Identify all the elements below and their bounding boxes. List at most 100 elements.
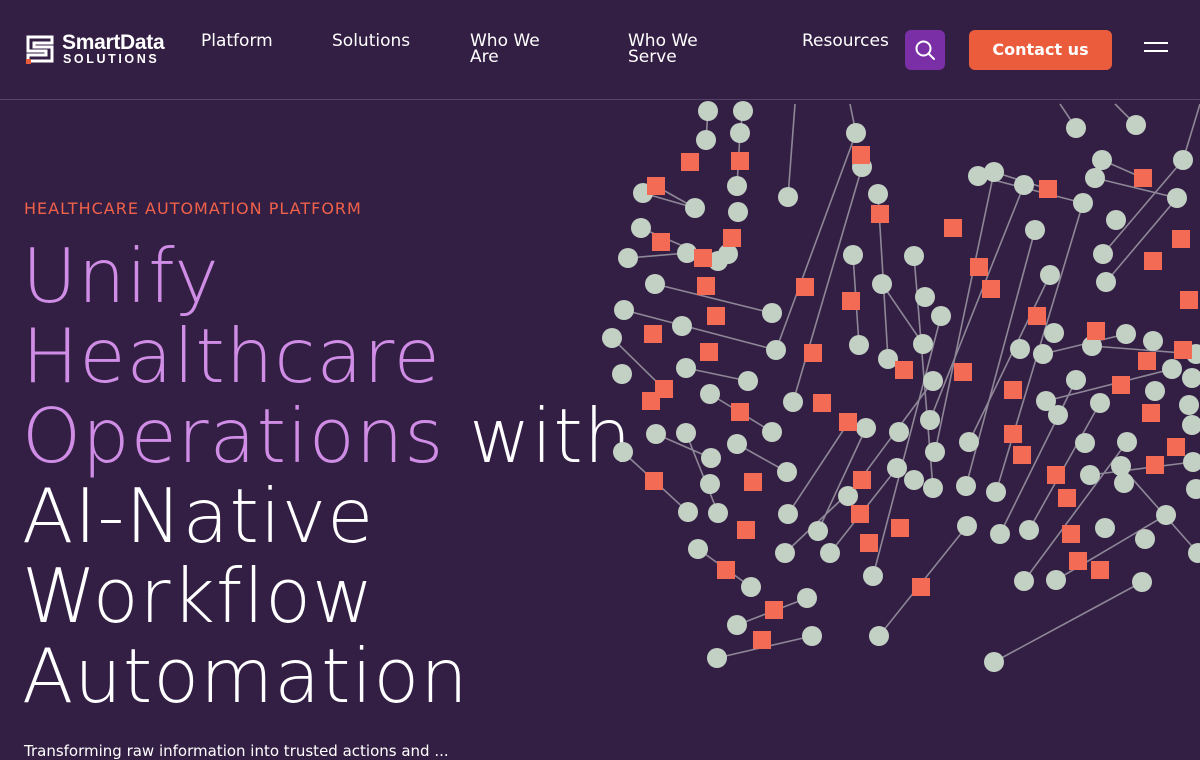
network-node bbox=[727, 615, 747, 635]
network-node bbox=[923, 371, 943, 391]
network-node bbox=[766, 340, 786, 360]
network-node bbox=[700, 384, 720, 404]
network-node bbox=[688, 539, 708, 559]
network-node bbox=[889, 422, 909, 442]
network-node bbox=[856, 418, 876, 438]
network-node bbox=[1048, 405, 1068, 425]
network-square-node bbox=[1058, 489, 1076, 507]
network-square-node bbox=[1112, 376, 1130, 394]
network-square-node bbox=[1004, 425, 1022, 443]
headline-accent-word: Operations bbox=[22, 392, 445, 480]
network-node bbox=[646, 424, 666, 444]
network-node bbox=[741, 577, 761, 597]
network-node bbox=[1117, 432, 1137, 452]
network-node bbox=[1075, 433, 1095, 453]
network-node bbox=[602, 328, 622, 348]
network-node bbox=[869, 626, 889, 646]
network-edge bbox=[685, 432, 719, 514]
network-node bbox=[904, 470, 924, 490]
network-node bbox=[1188, 543, 1200, 563]
network-square-node bbox=[731, 403, 749, 421]
menu-line bbox=[1144, 42, 1168, 44]
network-node bbox=[1106, 210, 1126, 230]
headline-line: AI-Native bbox=[22, 472, 375, 560]
network-node bbox=[613, 442, 633, 462]
network-node bbox=[1033, 344, 1053, 364]
network-square-node bbox=[1138, 352, 1156, 370]
network-node bbox=[843, 245, 863, 265]
hero-eyebrow: HEALTHCARE AUTOMATION PLATFORM bbox=[24, 199, 362, 218]
network-node bbox=[959, 432, 979, 452]
network-node bbox=[1019, 520, 1039, 540]
contact-us-button[interactable]: Contact us bbox=[969, 30, 1112, 70]
network-edge bbox=[775, 132, 857, 351]
network-node bbox=[762, 303, 782, 323]
network-node bbox=[762, 422, 782, 442]
network-node bbox=[1179, 395, 1199, 415]
search-icon bbox=[915, 40, 935, 60]
network-square-node bbox=[765, 601, 783, 619]
network-node bbox=[956, 476, 976, 496]
network-node bbox=[778, 504, 798, 524]
network-node bbox=[1040, 265, 1060, 285]
network-square-node bbox=[700, 343, 718, 361]
network-square-node bbox=[717, 561, 735, 579]
network-square-node bbox=[982, 280, 1000, 298]
network-node bbox=[1046, 570, 1066, 590]
network-node bbox=[1092, 150, 1112, 170]
network-node bbox=[990, 524, 1010, 544]
network-square-node bbox=[707, 307, 725, 325]
network-square-node bbox=[681, 153, 699, 171]
headline-line: Workflow bbox=[22, 552, 375, 640]
brand-subtitle: SOLUTIONS bbox=[63, 52, 160, 66]
sds-logo-icon bbox=[26, 35, 54, 64]
network-node bbox=[676, 423, 696, 443]
site-header: SmartData SOLUTIONS Platform Solutions W… bbox=[0, 0, 1200, 100]
network-square-node bbox=[1180, 291, 1198, 309]
network-node bbox=[708, 503, 728, 523]
headline-line: Operations with bbox=[22, 396, 631, 476]
network-node bbox=[1132, 572, 1152, 592]
network-square-node bbox=[645, 472, 663, 490]
network-node bbox=[672, 316, 692, 336]
search-button[interactable] bbox=[905, 30, 945, 70]
network-square-node bbox=[895, 361, 913, 379]
network-node bbox=[1156, 505, 1176, 525]
network-square-node bbox=[644, 325, 662, 343]
network-node bbox=[1066, 118, 1086, 138]
nav-resources[interactable]: Resources bbox=[802, 33, 889, 50]
network-node bbox=[887, 458, 907, 478]
network-node bbox=[986, 482, 1006, 502]
network-node bbox=[696, 130, 716, 150]
nav-who-we-serve[interactable]: Who We Serve bbox=[628, 33, 718, 66]
brand-logo[interactable]: SmartData SOLUTIONS bbox=[24, 31, 184, 68]
network-node bbox=[1044, 323, 1064, 343]
network-node bbox=[1014, 571, 1034, 591]
network-square-node bbox=[1013, 446, 1031, 464]
network-square-node bbox=[871, 205, 889, 223]
network-node bbox=[778, 187, 798, 207]
nav-solutions[interactable]: Solutions bbox=[332, 33, 410, 50]
network-node bbox=[733, 101, 753, 121]
network-square-node bbox=[1174, 341, 1192, 359]
network-node bbox=[923, 478, 943, 498]
network-node bbox=[797, 588, 817, 608]
network-node bbox=[707, 648, 727, 668]
menu-icon[interactable] bbox=[1142, 40, 1170, 60]
network-square-node bbox=[723, 229, 741, 247]
nav-who-we-are[interactable]: Who We Are bbox=[470, 33, 560, 66]
network-square-node bbox=[1069, 552, 1087, 570]
nav-platform[interactable]: Platform bbox=[201, 33, 273, 50]
network-node bbox=[802, 626, 822, 646]
network-square-node bbox=[912, 578, 930, 596]
network-square-node bbox=[813, 394, 831, 412]
network-square-node bbox=[1039, 180, 1057, 198]
network-node bbox=[1093, 244, 1113, 264]
hero-headline: Unify Healthcare Operations with AI-Nati… bbox=[22, 236, 631, 716]
network-node bbox=[1014, 175, 1034, 195]
network-node bbox=[618, 248, 638, 268]
network-node bbox=[820, 543, 840, 563]
network-square-node bbox=[804, 344, 822, 362]
network-square-node bbox=[839, 413, 857, 431]
network-node bbox=[701, 448, 721, 468]
